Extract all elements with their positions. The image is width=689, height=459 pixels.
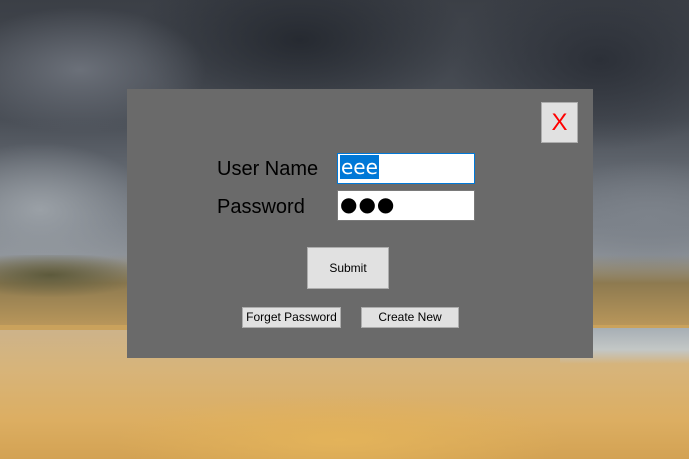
close-button[interactable]: X <box>541 102 578 143</box>
login-dialog: X User Name eee Password ●●● Submit Forg… <box>127 89 593 358</box>
password-field[interactable]: ●●● <box>337 190 475 221</box>
create-new-button[interactable]: Create New <box>361 307 459 328</box>
username-label: User Name <box>217 158 319 180</box>
close-icon: X <box>551 109 568 136</box>
password-label: Password <box>217 196 305 218</box>
submit-button[interactable]: Submit <box>307 247 389 289</box>
background-beach-image: X User Name eee Password ●●● Submit Forg… <box>0 0 689 459</box>
username-value: eee <box>340 155 379 179</box>
username-field[interactable]: eee <box>337 153 475 184</box>
forgot-password-button[interactable]: Forget Password <box>242 307 341 328</box>
password-value: ●●● <box>340 192 396 216</box>
